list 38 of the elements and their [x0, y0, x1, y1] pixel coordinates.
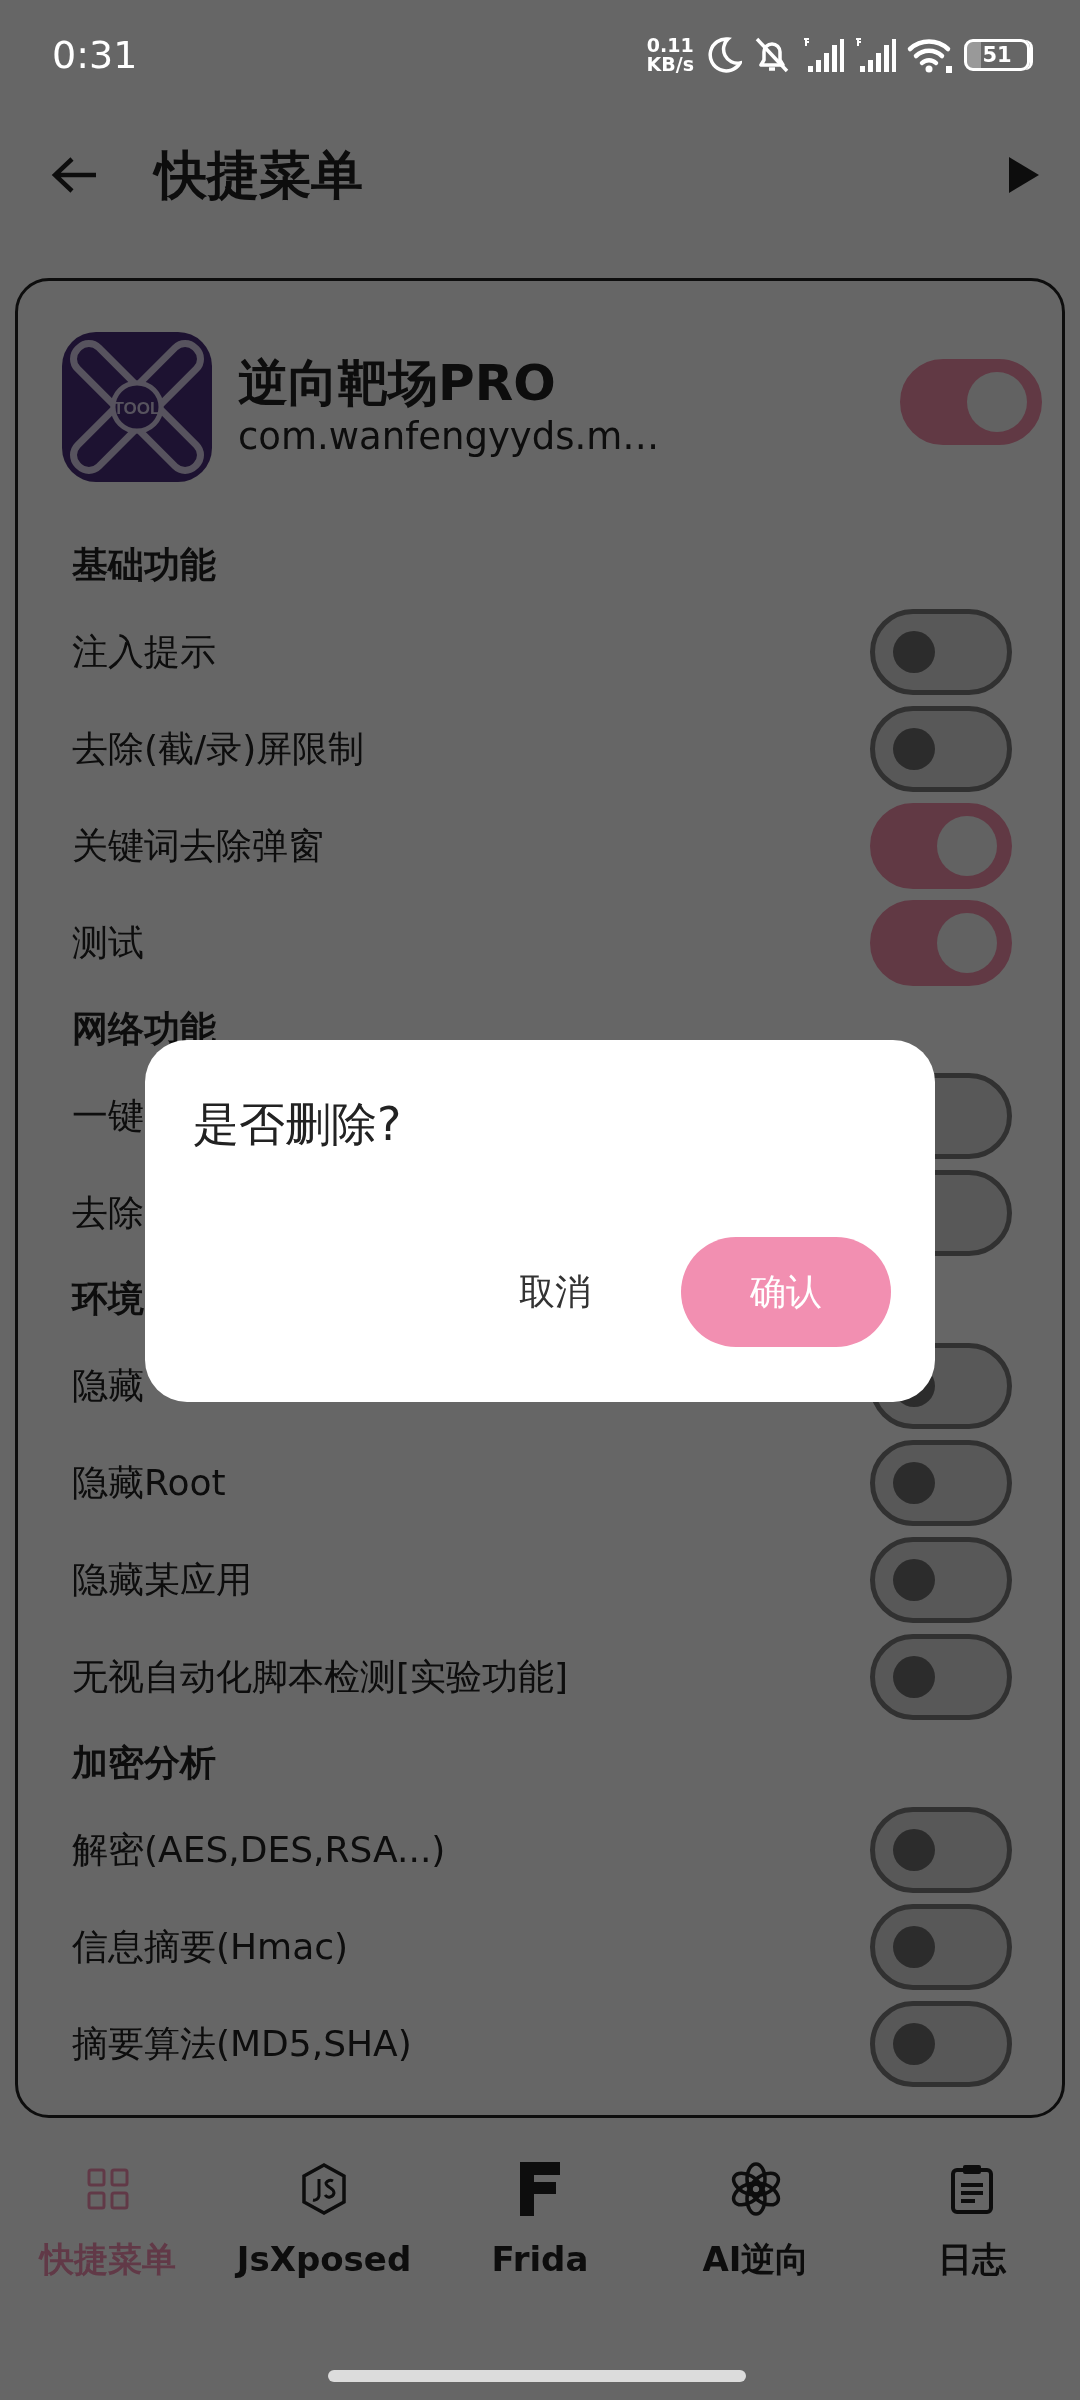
setting-label: 注入提示 — [72, 629, 216, 674]
package-name: com.wanfengyyds.m… — [238, 413, 660, 460]
clock-time: 0:31 — [52, 31, 138, 79]
setting-label: 去除(截/录)屏限制 — [72, 726, 365, 771]
nav-tab[interactable]: Frida — [432, 2160, 648, 2285]
setting-label: 摘要算法(MD5,SHA) — [72, 2021, 412, 2066]
setting-label: 测试 — [72, 920, 144, 965]
setting-label: 无视自动化脚本检测[实验功能] — [72, 1654, 569, 1699]
signal-icon — [854, 37, 896, 73]
setting-label: 隐藏 — [72, 1363, 144, 1408]
clipboard-icon — [950, 2163, 994, 2215]
wifi-icon — [906, 36, 954, 74]
setting-label: 隐藏某应用 — [72, 1557, 252, 1602]
nav-tab[interactable]: JsXposed — [216, 2160, 432, 2285]
hexagon-icon — [299, 2162, 349, 2216]
app-icon: TOOL — [62, 332, 212, 482]
dialog-title: 是否删除? — [193, 1096, 403, 1153]
setting-label: 一键 — [72, 1093, 144, 1138]
section-title: 加密分析 — [72, 1741, 216, 1785]
network-speed: 0.11 KB/s — [646, 36, 694, 74]
setting-label: 关键词去除弹窗 — [72, 823, 324, 868]
block-f-icon — [518, 2160, 562, 2218]
nav-tab[interactable]: AI逆向 — [648, 2160, 864, 2285]
play-button[interactable] — [1006, 155, 1040, 195]
signal-icon — [802, 37, 844, 73]
setting-label: 解密(AES,DES,RSA...) — [72, 1827, 446, 1872]
setting-label: 去除 — [72, 1190, 144, 1235]
cancel-button[interactable]: 取消 — [479, 1245, 631, 1339]
setting-label: 隐藏Root — [72, 1460, 226, 1505]
section-title: 基础功能 — [72, 543, 216, 587]
confirm-button[interactable]: 确认 — [681, 1237, 891, 1347]
battery-indicator: 51 — [964, 39, 1030, 71]
nav-tab[interactable]: 日志 — [864, 2160, 1080, 2285]
grid-icon — [86, 2167, 130, 2211]
app-name: 逆向靶场PRO — [238, 352, 557, 413]
section-title: 环境 — [72, 1277, 144, 1321]
play-icon — [1006, 155, 1040, 195]
setting-label: 信息摘要(Hmac) — [72, 1924, 349, 1969]
